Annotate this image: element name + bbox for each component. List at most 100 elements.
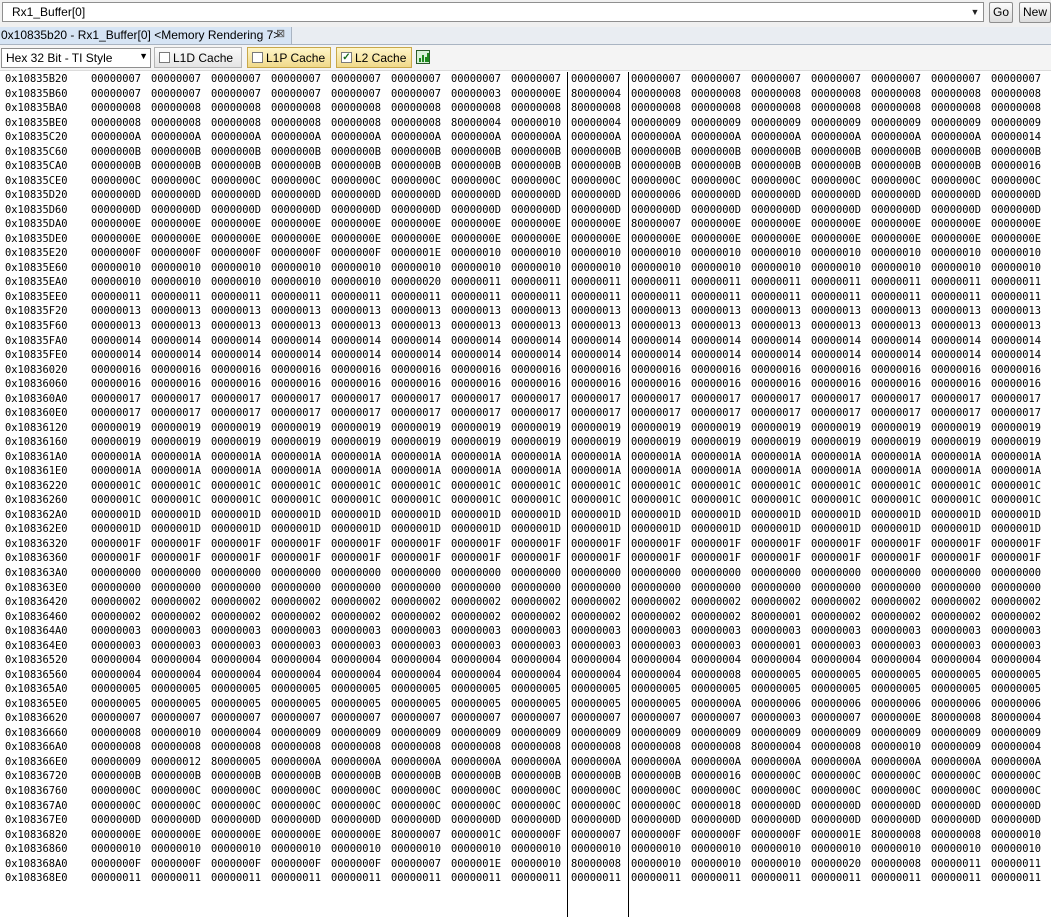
memory-cell[interactable]: 00000003 [991,625,1041,637]
memory-cell[interactable]: 0000000D [91,814,141,826]
memory-cell[interactable]: 0000001A [571,465,621,477]
memory-cell[interactable]: 0000000F [91,858,141,870]
memory-cell[interactable]: 00000017 [991,407,1041,419]
memory-cell[interactable]: 00000002 [511,596,561,608]
memory-cell[interactable]: 0000001A [91,451,141,463]
memory-cell[interactable]: 00000019 [691,436,741,448]
memory-cell[interactable]: 0000000A [931,131,981,143]
memory-cell[interactable]: 00000004 [991,741,1041,753]
memory-cell[interactable]: 00000017 [571,407,621,419]
memory-cell[interactable]: 0000001D [271,509,321,521]
memory-cell[interactable]: 00000009 [931,727,981,739]
memory-cell[interactable]: 0000001F [811,552,861,564]
memory-cell[interactable]: 00000014 [811,335,861,347]
memory-cell[interactable]: 00000008 [931,829,981,841]
memory-cell[interactable]: 00000003 [331,640,381,652]
memory-cell[interactable]: 0000000A [331,131,381,143]
memory-cell[interactable]: 0000000D [511,204,561,216]
memory-cell[interactable]: 00000009 [811,727,861,739]
memory-cell[interactable]: 00000003 [391,625,441,637]
memory-cell[interactable]: 00000004 [451,654,501,666]
memory-cell[interactable]: 0000000C [811,785,861,797]
memory-cell[interactable]: 0000000D [151,189,201,201]
memory-cell[interactable]: 00000016 [991,378,1041,390]
memory-cell[interactable]: 00000011 [751,872,801,884]
memory-cell[interactable]: 00000002 [451,596,501,608]
memory-cell[interactable]: 0000000C [811,175,861,187]
memory-cell[interactable]: 00000008 [811,741,861,753]
memory-cell[interactable]: 0000000A [691,756,741,768]
memory-cell[interactable]: 00000016 [631,378,681,390]
memory-cell[interactable]: 0000000F [631,829,681,841]
memory-cell[interactable]: 00000019 [751,422,801,434]
memory-cell[interactable]: 0000001C [751,480,801,492]
memory-cell[interactable]: 00000009 [751,117,801,129]
tab-label[interactable]: 0x10835b20 - Rx1_Buffer[0] <Memory Rende… [1,28,280,42]
memory-cell[interactable]: 0000000C [391,800,441,812]
memory-cell[interactable]: 00000004 [391,654,441,666]
memory-cell[interactable]: 00000014 [751,335,801,347]
chevron-down-icon[interactable]: ▼ [139,51,148,61]
new-button[interactable]: New [1019,2,1051,23]
memory-cell[interactable]: 00000008 [151,117,201,129]
memory-cell[interactable]: 00000003 [211,625,261,637]
memory-cell[interactable]: 00000000 [691,582,741,594]
memory-cell[interactable]: 00000011 [391,872,441,884]
memory-cell[interactable]: 0000001A [391,451,441,463]
memory-cell[interactable]: 00000013 [211,320,261,332]
memory-cell[interactable]: 0000000A [211,131,261,143]
memory-cell[interactable]: 00000004 [511,669,561,681]
memory-cell[interactable]: 00000005 [451,698,501,710]
memory-cell[interactable]: 00000010 [451,247,501,259]
memory-cell[interactable]: 00000014 [931,349,981,361]
memory-cell[interactable]: 00000010 [931,843,981,855]
memory-cell[interactable]: 00000005 [91,683,141,695]
memory-cell[interactable]: 00000013 [511,305,561,317]
memory-cell[interactable]: 00000019 [451,422,501,434]
memory-cell[interactable]: 0000001F [871,538,921,550]
memory-cell[interactable]: 0000001A [931,465,981,477]
memory-cell[interactable]: 00000016 [931,378,981,390]
memory-cell[interactable]: 00000014 [451,335,501,347]
memory-cell[interactable]: 0000001A [811,451,861,463]
memory-cell[interactable]: 0000000D [91,189,141,201]
memory-cell[interactable]: 0000001D [91,509,141,521]
memory-cell[interactable]: 0000000B [451,770,501,782]
memory-cell[interactable]: 0000000C [691,175,741,187]
memory-cell[interactable]: 00000010 [211,843,261,855]
memory-cell[interactable]: 0000000E [991,233,1041,245]
memory-cell[interactable]: 00000016 [271,364,321,376]
memory-cell[interactable]: 00000000 [391,567,441,579]
memory-cell[interactable]: 0000000D [331,814,381,826]
memory-cell[interactable]: 00000010 [691,262,741,274]
memory-cell[interactable]: 00000003 [271,625,321,637]
memory-cell[interactable]: 00000017 [871,393,921,405]
memory-cell[interactable]: 00000019 [211,436,261,448]
memory-cell[interactable]: 0000001D [871,523,921,535]
memory-cell[interactable]: 0000000C [151,785,201,797]
memory-cell[interactable]: 0000001A [151,465,201,477]
memory-cell[interactable]: 0000001A [691,465,741,477]
memory-cell[interactable]: 0000001A [871,451,921,463]
memory-cell[interactable]: 0000001D [91,523,141,535]
memory-cell[interactable]: 00000008 [151,102,201,114]
memory-cell[interactable]: 80000008 [571,102,621,114]
memory-cell[interactable]: 00000000 [871,567,921,579]
memory-cell[interactable]: 00000019 [91,436,141,448]
memory-cell[interactable]: 00000008 [91,741,141,753]
memory-cell[interactable]: 00000017 [931,407,981,419]
memory-cell[interactable]: 00000016 [271,378,321,390]
memory-cell[interactable]: 00000020 [391,276,441,288]
memory-cell[interactable]: 0000000D [571,814,621,826]
memory-cell[interactable]: 0000000C [631,785,681,797]
memory-cell[interactable]: 0000000A [691,698,741,710]
memory-cell[interactable]: 00000010 [691,247,741,259]
memory-cell[interactable]: 0000001F [91,538,141,550]
memory-cell[interactable]: 00000004 [571,654,621,666]
memory-cell[interactable]: 0000000D [151,814,201,826]
memory-cell[interactable]: 00000001 [751,640,801,652]
memory-cell[interactable]: 0000001A [811,465,861,477]
memory-cell[interactable]: 0000001C [271,494,321,506]
memory-cell[interactable]: 00000009 [631,727,681,739]
memory-cell[interactable]: 0000001F [571,552,621,564]
